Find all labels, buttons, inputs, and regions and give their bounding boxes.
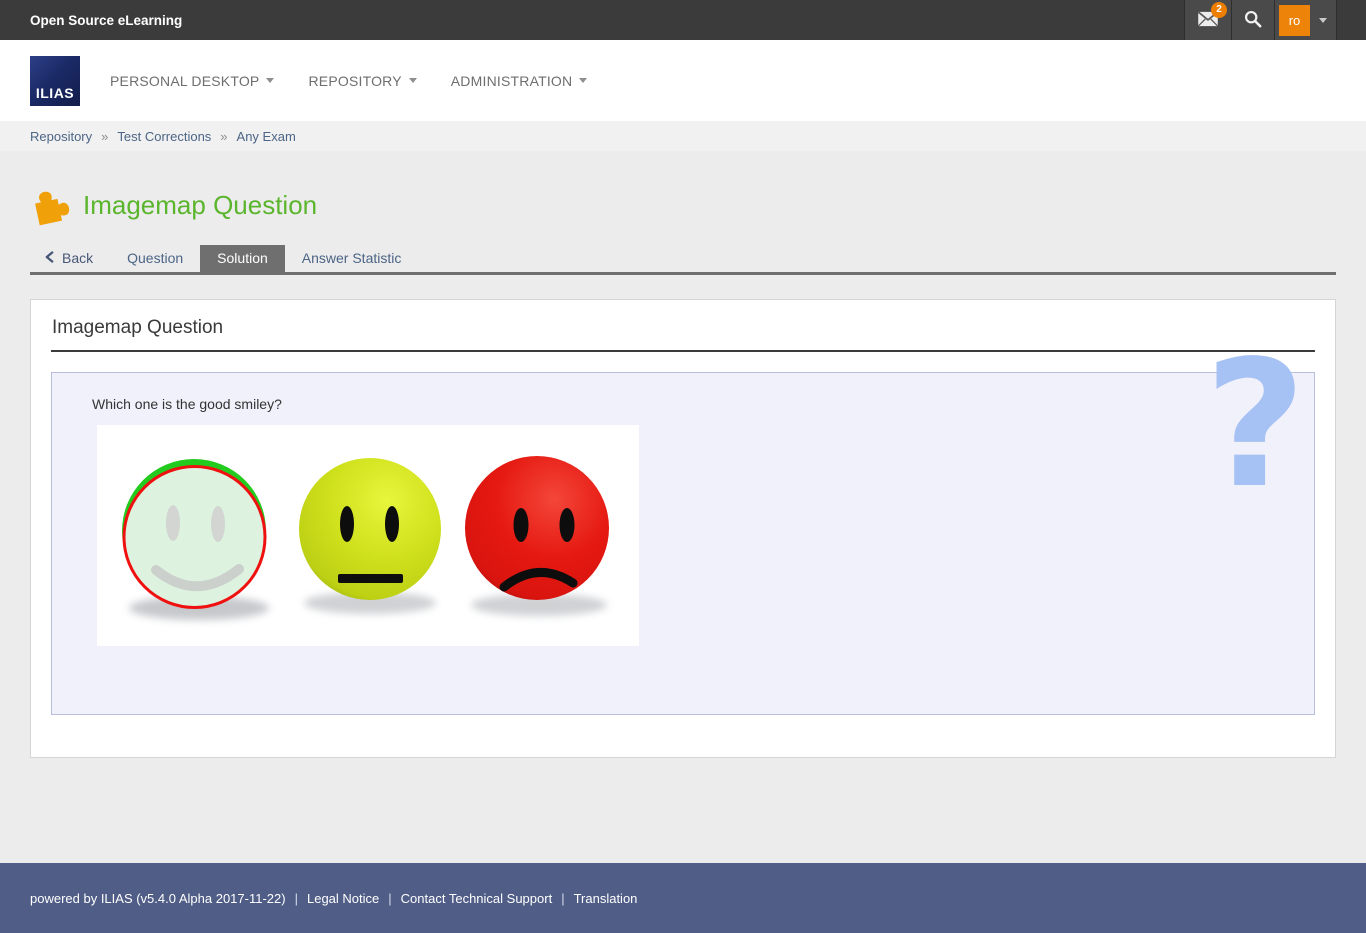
breadcrumb-separator: »	[101, 129, 108, 144]
main-content: Imagemap Question Back Question Solution…	[0, 187, 1366, 758]
tab-bar: Back Question Solution Answer Statistic	[30, 245, 1336, 275]
footer-separator: |	[561, 891, 564, 906]
happy-smiley-hotspot[interactable]	[122, 459, 266, 608]
search-icon	[1244, 10, 1262, 31]
back-label: Back	[62, 250, 93, 266]
footer-link-translation[interactable]: Translation	[574, 891, 638, 906]
back-button[interactable]: Back	[30, 245, 110, 272]
puzzle-icon	[27, 183, 72, 226]
topbar: Open Source eLearning 2 ro	[0, 0, 1366, 40]
footer-separator: |	[295, 891, 298, 906]
question-watermark-icon: ?	[1204, 338, 1306, 513]
tab-answer-statistic[interactable]: Answer Statistic	[285, 245, 419, 272]
nav-administration[interactable]: ADMINISTRATION	[451, 73, 588, 89]
chevron-down-icon	[266, 78, 274, 83]
breadcrumb-any-exam[interactable]: Any Exam	[237, 129, 296, 144]
page-title: Imagemap Question	[83, 190, 317, 221]
page-title-row: Imagemap Question	[30, 187, 1336, 223]
nav-label: REPOSITORY	[308, 73, 401, 89]
nav-label: PERSONAL DESKTOP	[110, 73, 259, 89]
breadcrumb-separator: »	[220, 129, 227, 144]
question-box: ? Which one is the good smiley?	[51, 372, 1315, 715]
breadcrumb-test-corrections[interactable]: Test Corrections	[117, 129, 211, 144]
footer-separator: |	[388, 891, 391, 906]
search-button[interactable]	[1231, 0, 1274, 40]
smileys-image	[97, 425, 639, 646]
mail-button[interactable]: 2	[1184, 0, 1231, 40]
question-panel: Imagemap Question ? Which one is the goo…	[30, 299, 1336, 758]
topbar-actions: 2 ro	[1184, 0, 1337, 40]
footer: powered by ILIAS (v5.4.0 Alpha 2017-11-2…	[0, 863, 1366, 933]
app-title: Open Source eLearning	[30, 13, 182, 28]
breadcrumb-repository[interactable]: Repository	[30, 129, 92, 144]
breadcrumb: Repository » Test Corrections » Any Exam	[0, 121, 1366, 151]
user-menu-button[interactable]: ro	[1274, 0, 1336, 40]
main-header: ILIAS PERSONAL DESKTOP REPOSITORY ADMINI…	[0, 40, 1366, 121]
tab-solution[interactable]: Solution	[200, 245, 285, 272]
powered-by-text: powered by ILIAS (v5.4.0 Alpha 2017-11-2…	[30, 891, 286, 906]
chevron-down-icon	[1319, 18, 1327, 23]
nav-personal-desktop[interactable]: PERSONAL DESKTOP	[110, 73, 274, 89]
sad-smiley-hotspot[interactable]	[465, 456, 609, 600]
nav-repository[interactable]: REPOSITORY	[308, 73, 416, 89]
chevron-left-icon	[45, 250, 54, 266]
panel-heading: Imagemap Question	[51, 314, 1315, 352]
ilias-logo-text: ILIAS	[36, 85, 74, 101]
avatar: ro	[1279, 5, 1310, 36]
footer-link-legal-notice[interactable]: Legal Notice	[307, 891, 379, 906]
chevron-down-icon	[579, 78, 587, 83]
nav-label: ADMINISTRATION	[451, 73, 573, 89]
tab-question[interactable]: Question	[110, 245, 200, 272]
footer-link-contact-technical-support[interactable]: Contact Technical Support	[401, 891, 553, 906]
imagemap-image[interactable]	[97, 425, 639, 646]
neutral-smiley-hotspot[interactable]	[299, 458, 441, 600]
mail-badge: 2	[1211, 2, 1227, 18]
chevron-down-icon	[409, 78, 417, 83]
question-text: Which one is the good smiley?	[92, 396, 1314, 412]
ilias-logo[interactable]: ILIAS	[30, 56, 80, 106]
main-navigation: PERSONAL DESKTOP REPOSITORY ADMINISTRATI…	[110, 73, 587, 89]
